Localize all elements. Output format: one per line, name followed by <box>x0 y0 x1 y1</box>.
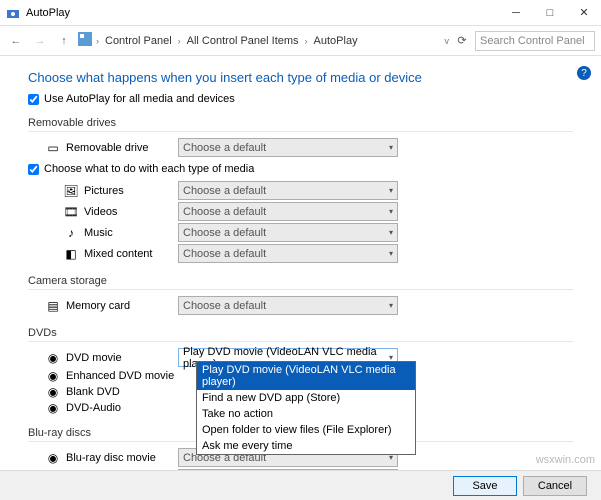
row-mixed: ◧ Mixed content Choose a default▾ <box>28 244 573 263</box>
label-memory-card: Memory card <box>66 300 130 312</box>
combo-pictures[interactable]: Choose a default▾ <box>178 181 398 200</box>
row-pictures: 🖼 Pictures Choose a default▾ <box>28 181 573 200</box>
section-title: DVDs <box>28 327 573 339</box>
dropdown-option[interactable]: Play DVD movie (VideoLAN VLC media playe… <box>197 362 415 390</box>
mixed-icon: ◧ <box>64 247 78 261</box>
drive-icon: ▭ <box>46 141 60 155</box>
combo-memory-card[interactable]: Choose a default▾ <box>178 296 398 315</box>
label-music: Music <box>84 227 113 239</box>
footer: Save Cancel <box>0 470 601 500</box>
section-dvds: DVDs ◉ DVD movie Play DVD movie (VideoLAN… <box>28 327 573 415</box>
choose-each-media-label: Choose what to do with each type of medi… <box>44 163 254 175</box>
dropdown-option[interactable]: Open folder to view files (File Explorer… <box>197 422 415 438</box>
crumb-root[interactable]: Control Panel <box>103 34 174 48</box>
crumb-leaf[interactable]: AutoPlay <box>312 34 360 48</box>
section-title: Removable drives <box>28 117 573 129</box>
dropdown-option[interactable]: Ask me every time <box>197 438 415 454</box>
search-placeholder: Search Control Panel <box>480 35 585 47</box>
section-title: Camera storage <box>28 275 573 287</box>
dropdown-option[interactable]: Take no action <box>197 406 415 422</box>
music-icon: ♪ <box>64 226 78 240</box>
save-button[interactable]: Save <box>453 476 517 496</box>
row-memory-card: ▤ Memory card Choose a default▾ <box>28 296 573 315</box>
label-videos: Videos <box>84 206 117 218</box>
up-button[interactable]: ↑ <box>54 31 74 51</box>
navbar: ← → ↑ › Control Panel › All Control Pane… <box>0 26 601 56</box>
label-bluray-movie: Blu-ray disc movie <box>66 452 156 464</box>
row-removable-drive: ▭ Removable drive Choose a default▾ <box>28 138 573 157</box>
combo-dvd-movie-dropdown[interactable]: Play DVD movie (VideoLAN VLC media playe… <box>196 361 416 455</box>
label-pictures: Pictures <box>84 185 124 197</box>
label-mixed: Mixed content <box>84 248 152 260</box>
combo-removable-drive[interactable]: Choose a default▾ <box>178 138 398 157</box>
close-button[interactable]: ✕ <box>567 0 601 26</box>
separator <box>28 341 573 342</box>
chevron-down-icon: ▾ <box>389 207 393 216</box>
row-videos: 🎞 Videos Choose a default▾ <box>28 202 573 221</box>
chevron-down-icon: ▾ <box>389 143 393 152</box>
choose-each-media-checkbox[interactable]: Choose what to do with each type of medi… <box>28 163 573 175</box>
disc-icon: ◉ <box>46 451 60 465</box>
disc-icon: ◉ <box>46 351 60 365</box>
refresh-button[interactable]: ⟳ <box>453 32 471 50</box>
chevron-icon: › <box>178 36 181 46</box>
chevron-down-icon: ▾ <box>389 249 393 258</box>
chevron-down-icon: ▾ <box>389 228 393 237</box>
disc-icon: ◉ <box>46 385 60 399</box>
separator <box>28 289 573 290</box>
label-dvd-movie: DVD movie <box>66 352 122 364</box>
back-button[interactable]: ← <box>6 31 26 51</box>
breadcrumb[interactable]: › Control Panel › All Control Panel Item… <box>78 32 441 49</box>
label-dvd-audio: DVD-Audio <box>66 402 121 414</box>
window-controls: ─ □ ✕ <box>499 0 601 26</box>
row-music: ♪ Music Choose a default▾ <box>28 223 573 242</box>
combo-videos[interactable]: Choose a default▾ <box>178 202 398 221</box>
choose-each-media-input[interactable] <box>28 164 39 175</box>
titlebar: AutoPlay ─ □ ✕ <box>0 0 601 26</box>
chevron-icon: › <box>96 36 99 46</box>
page-title: Choose what happens when you insert each… <box>28 70 573 85</box>
combo-music[interactable]: Choose a default▾ <box>178 223 398 242</box>
separator <box>28 131 573 132</box>
chevron-icon: › <box>305 36 308 46</box>
maximize-button[interactable]: □ <box>533 0 567 26</box>
memory-card-icon: ▤ <box>46 299 60 313</box>
content-area: Choose what happens when you insert each… <box>0 56 601 470</box>
videos-icon: 🎞 <box>64 205 78 219</box>
chevron-down-icon: ▾ <box>389 186 393 195</box>
label-enhanced-dvd: Enhanced DVD movie <box>66 370 174 382</box>
control-panel-icon <box>78 32 92 49</box>
cancel-button[interactable]: Cancel <box>523 476 587 496</box>
section-removable: Removable drives ▭ Removable drive Choose… <box>28 117 573 263</box>
autoplay-icon <box>6 6 20 20</box>
use-autoplay-input[interactable] <box>28 94 39 105</box>
chevron-down-icon: ▾ <box>389 301 393 310</box>
crumb-mid[interactable]: All Control Panel Items <box>185 34 301 48</box>
minimize-button[interactable]: ─ <box>499 0 533 26</box>
dropdown-option[interactable]: Find a new DVD app (Store) <box>197 390 415 406</box>
chevron-down-icon[interactable]: v <box>445 36 450 46</box>
label-removable-drive: Removable drive <box>66 142 149 154</box>
use-autoplay-label: Use AutoPlay for all media and devices <box>44 93 235 105</box>
pictures-icon: 🖼 <box>64 184 78 198</box>
forward-button[interactable]: → <box>30 31 50 51</box>
combo-mixed[interactable]: Choose a default▾ <box>178 244 398 263</box>
section-camera: Camera storage ▤ Memory card Choose a def… <box>28 275 573 315</box>
search-input[interactable]: Search Control Panel <box>475 31 595 51</box>
disc-icon: ◉ <box>46 401 60 415</box>
use-autoplay-checkbox[interactable]: Use AutoPlay for all media and devices <box>28 93 573 105</box>
window-title: AutoPlay <box>26 7 499 19</box>
disc-icon: ◉ <box>46 369 60 383</box>
label-blank-dvd: Blank DVD <box>66 386 120 398</box>
